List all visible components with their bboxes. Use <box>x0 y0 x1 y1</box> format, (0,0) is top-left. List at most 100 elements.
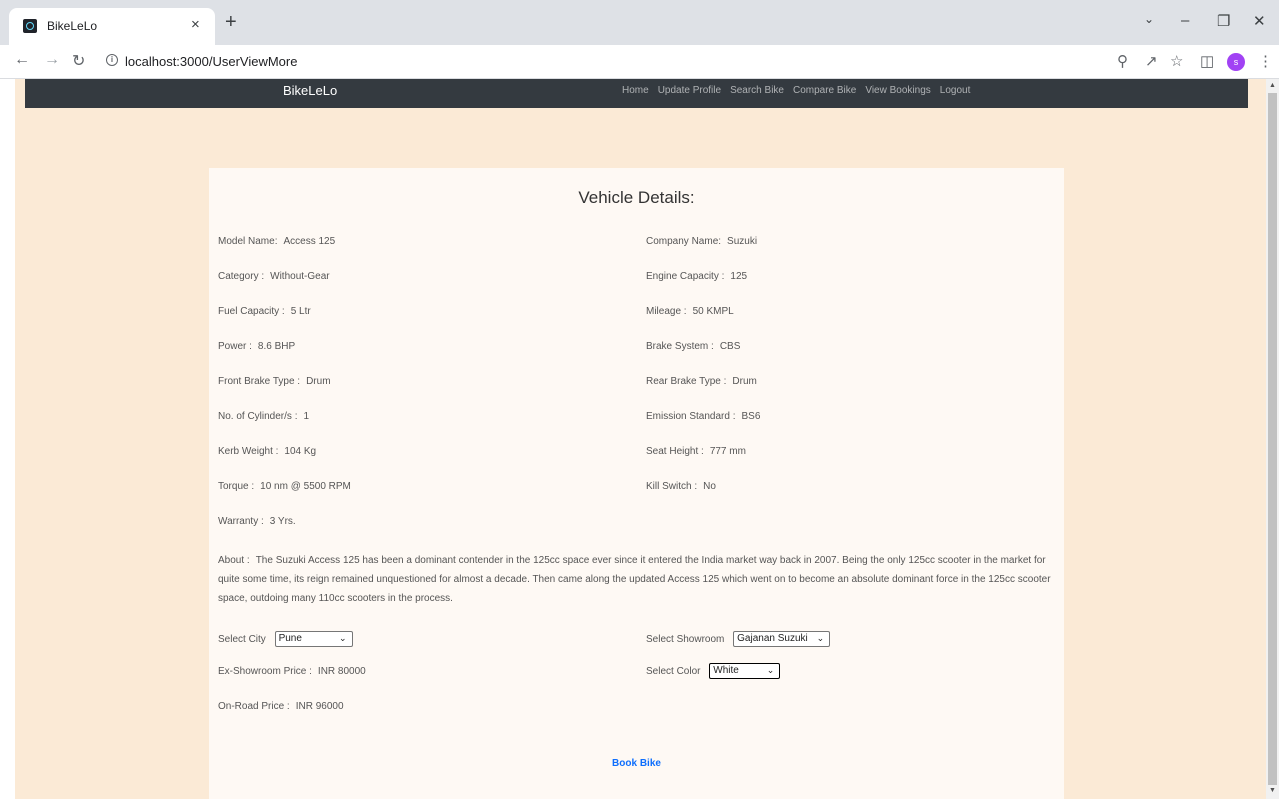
detail-model-name: Model Name: Access 125 <box>218 236 335 247</box>
browser-tab[interactable]: BikeLeLo × <box>9 8 215 45</box>
bookmark-star-icon[interactable]: ☆ <box>1170 52 1183 70</box>
detail-company-name: Company Name: Suzuki <box>646 236 757 247</box>
nav-logout[interactable]: Logout <box>940 85 971 96</box>
nav-home[interactable]: Home <box>622 85 649 96</box>
vehicle-details-card: Vehicle Details: Model Name: Access 125 C… <box>209 168 1064 799</box>
color-select[interactable]: White ⌄ <box>709 663 781 679</box>
field-value: 1 <box>303 411 310 422</box>
field-value: Without-Gear <box>270 271 330 282</box>
select-color-label: Select Color <box>646 665 701 677</box>
book-bike-button[interactable]: Book Bike <box>209 758 1064 769</box>
menu-kebab-icon[interactable]: ⋮ <box>1258 52 1273 70</box>
field-label: Torque : <box>218 481 255 492</box>
chevron-down-icon: ⌄ <box>339 633 347 643</box>
nav-search-bike[interactable]: Search Bike <box>730 85 784 96</box>
select-showroom-label: Select Showroom <box>646 633 725 645</box>
nav-compare-bike[interactable]: Compare Bike <box>793 85 856 96</box>
showroom-select[interactable]: Gajanan Suzuki ⌄ <box>733 631 831 647</box>
city-select[interactable]: Pune ⌄ <box>274 631 353 647</box>
field-value: 125 <box>730 271 748 282</box>
on-road-price: On-Road Price : INR 96000 <box>218 701 344 712</box>
page-scrollbar[interactable]: ▲ ▼ <box>1266 79 1279 799</box>
field-value: 5 Ltr <box>290 306 311 317</box>
nav-links: Home Update Profile Search Bike Compare … <box>622 85 970 96</box>
scroll-thumb[interactable] <box>1268 93 1277 785</box>
field-value: INR 80000 <box>317 666 366 677</box>
zoom-icon[interactable]: ⚲ <box>1117 52 1128 70</box>
scroll-down-icon[interactable]: ▼ <box>1269 787 1276 794</box>
about-body: The Suzuki Access 125 has been a dominan… <box>218 555 1051 604</box>
field-label: Model Name: <box>218 236 278 247</box>
field-label: Category : <box>218 271 265 282</box>
field-label: Kerb Weight : <box>218 446 279 457</box>
color-select-value: White <box>713 665 739 676</box>
react-favicon-icon <box>23 19 37 33</box>
field-label: Ex-Showroom Price : <box>218 666 312 677</box>
field-value: 104 Kg <box>284 446 317 457</box>
field-value: 8.6 BHP <box>257 341 296 352</box>
field-label: Front Brake Type : <box>218 376 301 387</box>
reload-icon[interactable]: ↻ <box>72 51 85 71</box>
field-label: No. of Cylinder/s : <box>218 411 298 422</box>
tab-search-icon[interactable]: ⌄ <box>1144 12 1154 26</box>
tab-close-icon[interactable]: × <box>191 16 200 33</box>
field-value: CBS <box>719 341 741 352</box>
detail-brake-system: Brake System : CBS <box>646 341 740 352</box>
share-icon[interactable]: ↗ <box>1145 52 1158 70</box>
back-icon[interactable]: ← <box>14 51 30 69</box>
field-label: Mileage : <box>646 306 687 317</box>
ex-showroom-price: Ex-Showroom Price : INR 80000 <box>218 666 366 677</box>
detail-mileage: Mileage : 50 KMPL <box>646 306 734 317</box>
field-label: Fuel Capacity : <box>218 306 285 317</box>
page-title: Vehicle Details: <box>578 188 695 207</box>
field-value: Drum <box>306 376 331 387</box>
nav-update-profile[interactable]: Update Profile <box>658 85 721 96</box>
city-select-value: Pune <box>278 633 302 644</box>
chevron-down-icon: ⌄ <box>766 665 775 675</box>
about-text: About : The Suzuki Access 125 has been a … <box>218 551 1058 608</box>
select-city-row: Select City Pune ⌄ <box>218 631 353 647</box>
field-label: Engine Capacity : <box>646 271 725 282</box>
field-value: Suzuki <box>727 236 758 247</box>
field-label: Power : <box>218 341 252 352</box>
field-value: Drum <box>732 376 757 387</box>
field-label: Warranty : <box>218 516 264 527</box>
field-label: Rear Brake Type : <box>646 376 727 387</box>
address-bar: ← → ↻ i localhost:3000/UserViewMore ⚲ ↗ … <box>0 45 1279 79</box>
site-navbar: BikeLeLo Home Update Profile Search Bike… <box>25 79 1248 108</box>
select-showroom-row: Select Showroom Gajanan Suzuki ⌄ <box>646 631 831 647</box>
forward-icon[interactable]: → <box>44 51 60 69</box>
page-viewport: BikeLeLo Home Update Profile Search Bike… <box>0 79 1266 799</box>
field-label: On-Road Price : <box>218 701 290 712</box>
detail-rear-brake: Rear Brake Type : Drum <box>646 376 757 387</box>
close-window-icon[interactable]: ✕ <box>1253 12 1266 30</box>
detail-kill-switch: Kill Switch : No <box>646 481 716 492</box>
field-value: 777 mm <box>709 446 746 457</box>
field-label: Seat Height : <box>646 446 704 457</box>
field-label: Company Name: <box>646 236 722 247</box>
new-tab-icon[interactable]: + <box>225 12 237 32</box>
detail-seat-height: Seat Height : 777 mm <box>646 446 746 457</box>
detail-torque: Torque : 10 nm @ 5500 RPM <box>218 481 351 492</box>
brand-logo[interactable]: BikeLeLo <box>283 83 337 98</box>
url-field[interactable]: localhost:3000/UserViewMore <box>125 54 297 69</box>
profile-avatar[interactable]: s <box>1227 53 1245 71</box>
detail-emission-standard: Emission Standard : BS6 <box>646 411 760 422</box>
nav-view-bookings[interactable]: View Bookings <box>865 85 930 96</box>
detail-category: Category : Without-Gear <box>218 271 330 282</box>
detail-warranty: Warranty : 3 Yrs. <box>218 516 296 527</box>
browser-tab-bar: BikeLeLo × + ⌄ – ❐ ✕ <box>0 0 1279 45</box>
field-value: BS6 <box>741 411 761 422</box>
field-label: Brake System : <box>646 341 714 352</box>
detail-cylinders: No. of Cylinder/s : 1 <box>218 411 309 422</box>
field-value: 10 nm @ 5500 RPM <box>260 481 351 492</box>
detail-kerb-weight: Kerb Weight : 104 Kg <box>218 446 316 457</box>
minimize-icon[interactable]: – <box>1181 12 1189 29</box>
site-info-icon[interactable]: i <box>106 54 118 66</box>
field-value: Access 125 <box>283 236 336 247</box>
scroll-up-icon[interactable]: ▲ <box>1269 82 1276 89</box>
chevron-down-icon: ⌄ <box>816 633 825 643</box>
restore-icon[interactable]: ❐ <box>1217 12 1230 30</box>
side-panel-icon[interactable]: ◫ <box>1200 52 1214 70</box>
about-label: About : <box>218 555 250 566</box>
